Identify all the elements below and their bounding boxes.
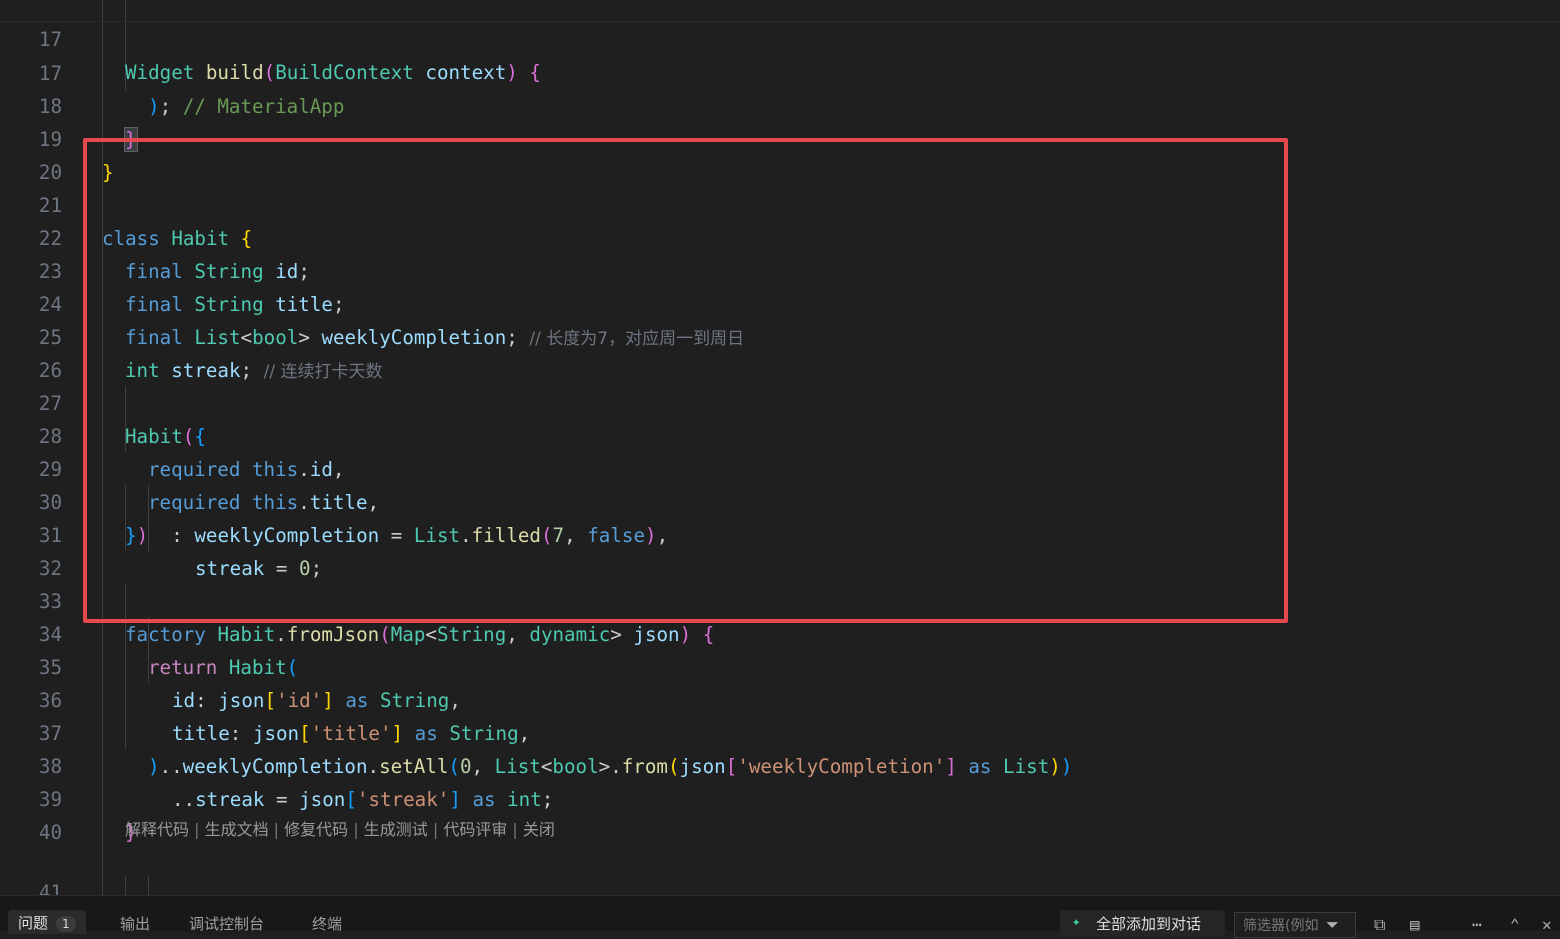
code-line[interactable]: 22 final String id; xyxy=(0,189,1560,283)
code-line[interactable]: 27 Habit({ xyxy=(0,354,1560,448)
sparkle-icon: ✦ xyxy=(1072,914,1081,930)
code-line[interactable]: 26 xyxy=(0,321,1560,382)
layout-icon[interactable]: ▤ xyxy=(1410,915,1420,934)
filter-funnel-icon[interactable]: ⏷ xyxy=(1326,915,1339,935)
add-to-chat-button[interactable]: ✦ 全部添加到对话 xyxy=(1060,910,1225,936)
codelens-close[interactable]: 关闭 xyxy=(523,820,555,839)
tab-output[interactable]: 输出 xyxy=(120,914,150,934)
code-line[interactable]: 38 ..streak = json['streak'] as int; xyxy=(0,717,1560,811)
copy-icon[interactable]: ⧉ xyxy=(1374,915,1385,935)
code-line[interactable]: 41 Map<String, dynamic> toJson() => { xyxy=(0,843,1560,895)
code-line[interactable]: 33 factory Habit.fromJson(Map<String, dy… xyxy=(0,552,1560,646)
code-editor[interactable]: 17 Widget build(BuildContext context) { … xyxy=(0,0,1560,895)
code-line[interactable]: 24 final List<bool> weeklyCompletion; //… xyxy=(0,255,1560,349)
code-line[interactable]: 21 class Habit { xyxy=(0,156,1560,250)
code-line[interactable]: 40 xyxy=(0,783,1560,844)
tab-debug-console[interactable]: 调试控制台 xyxy=(189,914,264,934)
code-line[interactable]: 25 int streak; // 连续打卡天数 xyxy=(0,288,1560,382)
codelens-explain[interactable]: 解释代码 xyxy=(125,820,189,839)
close-icon[interactable]: ✕ xyxy=(1542,915,1552,934)
code-line[interactable]: 19 } xyxy=(0,90,1560,184)
code-line[interactable]: 39 } xyxy=(0,750,1560,844)
more-actions-icon[interactable]: ⋯ xyxy=(1472,915,1482,934)
chevron-up-icon[interactable]: ⌃ xyxy=(1510,915,1520,934)
code-line[interactable]: 37 )..weeklyCompletion.setAll(0, List<bo… xyxy=(0,684,1560,778)
code-line[interactable]: 34 return Habit( xyxy=(0,585,1560,679)
code-line[interactable]: 17 ); // MaterialApp xyxy=(0,24,1560,118)
sticky-scroll-divider xyxy=(0,21,1560,22)
code-line[interactable]: 31 streak = 0; xyxy=(0,486,1560,580)
tab-terminal[interactable]: 终端 xyxy=(312,914,342,934)
code-line[interactable]: 36 title: json['title'] as String, xyxy=(0,651,1560,745)
code-line[interactable]: 35 id: json['id'] as String, xyxy=(0,618,1560,712)
code-line[interactable]: 32 xyxy=(0,519,1560,580)
code-line[interactable]: 23 final String title; xyxy=(0,222,1560,316)
code-line[interactable]: 20 xyxy=(0,123,1560,184)
code-line[interactable]: 42 'id': id xyxy=(0,876,1560,895)
codelens-code-review[interactable]: 代码评审 xyxy=(443,820,507,839)
tab-problems[interactable]: 问题 1 xyxy=(8,910,86,934)
ai-codelens: 解释代码 | 生成文档 | 修复代码 | 生成测试 | 代码评审 | 关闭 xyxy=(125,820,555,839)
codelens-generate-tests[interactable]: 生成测试 xyxy=(364,820,428,839)
code-line[interactable]: 29 required this.title, xyxy=(0,420,1560,514)
codelens-fix-code[interactable]: 修复代码 xyxy=(284,820,348,839)
code-line[interactable]: 28 required this.id, xyxy=(0,387,1560,481)
code-line[interactable]: 18 } xyxy=(0,57,1560,152)
code-line[interactable]: 17 Widget build(BuildContext context) { xyxy=(0,0,1560,84)
codelens-generate-docs[interactable]: 生成文档 xyxy=(205,820,269,839)
code-line[interactable]: 30 }) : weeklyCompletion = List.filled(7… xyxy=(0,453,1560,547)
